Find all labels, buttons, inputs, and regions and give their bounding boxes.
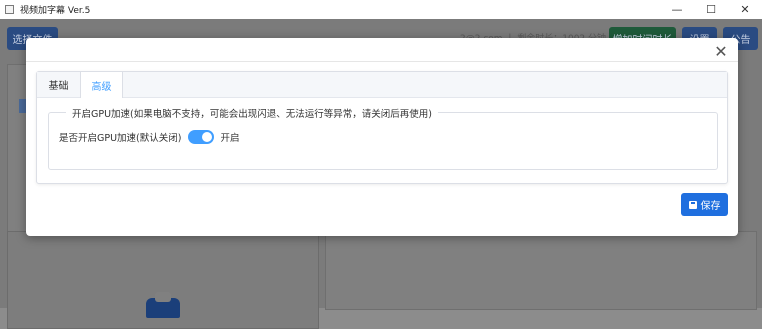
upload-icon <box>146 292 180 318</box>
window-title: 视频加字幕 Ver.5 <box>20 6 91 16</box>
settings-dialog: ✕ 基础 高级 开启GPU加速(如果电脑不支持，可能会出现闪退、无法运行等异常，… <box>26 38 738 236</box>
tabs-header: 基础 高级 <box>37 72 727 98</box>
toggle-knob <box>202 132 213 142</box>
close-icon[interactable]: ✕ <box>712 42 730 61</box>
maximize-button[interactable]: ☐ <box>694 0 728 19</box>
settings-tabs: 基础 高级 开启GPU加速(如果电脑不支持，可能会出现闪退、无法运行等异常，请关… <box>36 71 728 184</box>
save-button[interactable]: 保存 <box>681 193 728 216</box>
window-titlebar: 视频加字幕 Ver.5 — ☐ ✕ <box>0 0 762 19</box>
tab-basic[interactable]: 基础 <box>37 72 80 97</box>
gpu-switch-row: 是否开启GPU加速(默认关闭) 开启 <box>59 130 239 144</box>
tab-advanced[interactable]: 高级 <box>80 72 123 98</box>
minimize-button[interactable]: — <box>660 0 694 19</box>
window-close-button[interactable]: ✕ <box>728 0 762 19</box>
save-button-label: 保存 <box>700 201 721 212</box>
gpu-group-legend: 开启GPU加速(如果电脑不支持，可能会出现闪退、无法运行等异常，请关闭后再使用) <box>66 106 438 120</box>
app-icon <box>5 5 14 14</box>
gpu-toggle-switch[interactable] <box>188 130 215 144</box>
gpu-acceleration-group: 开启GPU加速(如果电脑不支持，可能会出现闪退、无法运行等异常，请关闭后再使用)… <box>48 106 718 170</box>
gpu-switch-state: 开启 <box>220 133 240 144</box>
gpu-switch-label: 是否开启GPU加速(默认关闭) <box>59 133 182 144</box>
window-controls: — ☐ ✕ <box>660 0 762 19</box>
dialog-divider <box>26 61 738 62</box>
save-icon <box>688 200 697 209</box>
background-right-panel <box>325 231 757 310</box>
